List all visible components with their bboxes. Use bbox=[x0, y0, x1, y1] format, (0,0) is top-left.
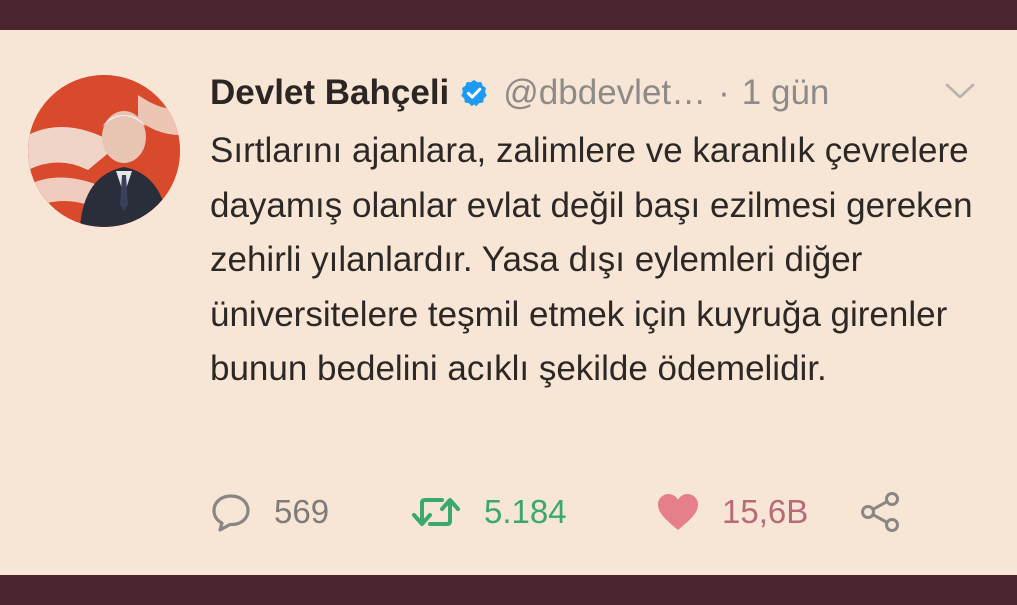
share-button[interactable] bbox=[858, 491, 902, 533]
like-count: 15,6B bbox=[722, 493, 809, 530]
reply-bubble-icon bbox=[212, 494, 250, 532]
reply-button[interactable]: 569 bbox=[210, 492, 410, 532]
retweet-icon bbox=[412, 498, 460, 526]
separator-dot: · bbox=[718, 73, 730, 112]
top-frame-bar bbox=[0, 0, 1017, 30]
tweet-text: Sırtlarını ajanlara, zalimlere ve karanl… bbox=[210, 131, 973, 388]
verified-badge-icon bbox=[461, 79, 488, 107]
tweet-timestamp[interactable]: 1 gün bbox=[742, 73, 830, 113]
chevron-down-icon[interactable] bbox=[944, 80, 976, 102]
author-handle[interactable]: @dbdevlet… bbox=[503, 73, 706, 113]
share-icon bbox=[861, 492, 899, 532]
avatar-image bbox=[28, 75, 180, 227]
retweet-button[interactable]: 5.184 bbox=[410, 493, 656, 531]
reply-count: 569 bbox=[274, 493, 330, 530]
tweet-header: Devlet Bahçeli @dbdevlet… · 1 gün bbox=[210, 70, 829, 116]
heart-icon bbox=[658, 494, 698, 530]
bottom-frame-bar bbox=[0, 575, 1017, 605]
tweet-actions: 569 5.184 15,6B bbox=[210, 488, 902, 536]
author-name[interactable]: Devlet Bahçeli bbox=[210, 73, 449, 113]
avatar[interactable] bbox=[28, 75, 180, 227]
retweet-count: 5.184 bbox=[484, 493, 567, 530]
like-button[interactable]: 15,6B bbox=[656, 492, 858, 532]
tweet-card[interactable]: Devlet Bahçeli @dbdevlet… · 1 gün Sırtla… bbox=[0, 30, 1017, 575]
